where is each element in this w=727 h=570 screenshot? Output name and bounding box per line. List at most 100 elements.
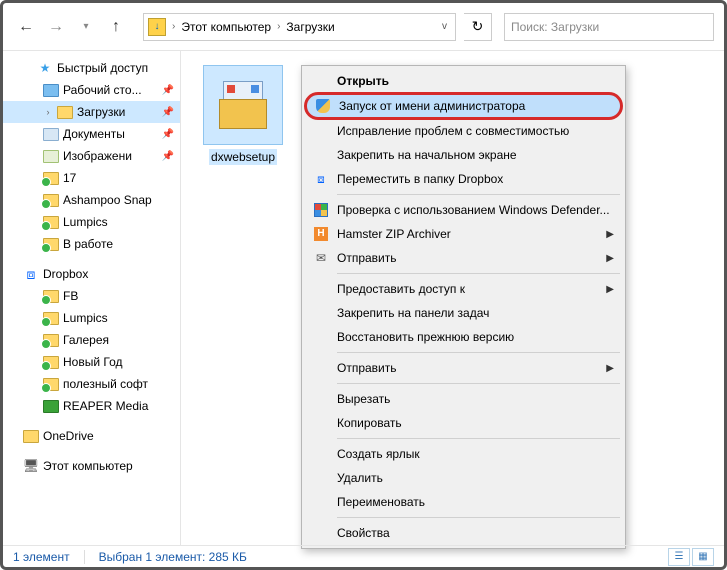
menu-defender[interactable]: Проверка с использованием Windows Defend… — [305, 198, 622, 222]
folder-icon — [43, 216, 59, 229]
onedrive-icon — [23, 430, 39, 443]
menu-label: Отправить — [337, 361, 397, 375]
menu-label: Создать ярлык — [337, 447, 420, 461]
forward-button[interactable]: → — [43, 14, 69, 40]
pin-icon: 📌 — [162, 129, 174, 140]
menu-move-dropbox[interactable]: ⧈ Переместить в папку Dropbox — [305, 167, 622, 191]
sidebar-item-reaper[interactable]: REAPER Media — [3, 395, 180, 417]
sidebar-item-label: Lumpics — [63, 215, 108, 229]
sidebar-item-useful[interactable]: полезный софт — [3, 373, 180, 395]
menu-properties[interactable]: Свойства — [305, 521, 622, 545]
defender-icon — [313, 202, 329, 218]
pc-icon: 🖥 — [23, 458, 39, 474]
sidebar-item-label: полезный софт — [63, 377, 148, 391]
installer-icon — [219, 81, 267, 129]
menu-pin-start[interactable]: Закрепить на начальном экране — [305, 143, 622, 167]
toolbar: ← → ▾ ↑ ↓ › Этот компьютер › Загрузки v … — [3, 3, 724, 51]
star-icon: ★ — [37, 60, 53, 76]
menu-send-to-2[interactable]: Отправить ▶ — [305, 356, 622, 380]
sidebar-item-lumpics2[interactable]: Lumpics — [3, 307, 180, 329]
menu-pin-taskbar[interactable]: Закрепить на панели задач — [305, 301, 622, 325]
sidebar-item-label: OneDrive — [43, 429, 94, 443]
menu-label: Запуск от имени администратора — [339, 99, 525, 113]
hamster-icon: H — [313, 226, 329, 242]
sidebar: ★ Быстрый доступ Рабочий сто... 📌 › Загр… — [3, 51, 181, 545]
breadcrumb-root[interactable]: Этот компьютер — [181, 20, 271, 34]
sidebar-item-label: Изображени — [63, 149, 132, 163]
menu-send-to[interactable]: ✉ Отправить ▶ — [305, 246, 622, 270]
folder-icon — [43, 194, 59, 207]
up-button[interactable]: ↑ — [103, 14, 129, 40]
sidebar-item-label: FB — [63, 289, 78, 303]
folder-icon — [43, 334, 59, 347]
sidebar-onedrive[interactable]: OneDrive — [3, 425, 180, 447]
address-dropdown[interactable]: v — [438, 21, 451, 32]
breadcrumb: Этот компьютер › Загрузки — [181, 20, 434, 34]
send-icon: ✉ — [313, 250, 329, 266]
menu-run-as-admin[interactable]: Запуск от имени администратора — [304, 92, 623, 120]
menu-copy[interactable]: Копировать — [305, 411, 622, 435]
documents-icon — [43, 128, 59, 141]
sidebar-item-label: Рабочий сто... — [63, 83, 142, 97]
view-toggles: ☰ ▦ — [668, 548, 714, 566]
sidebar-thispc[interactable]: 🖥 Этот компьютер — [3, 455, 180, 477]
folder-icon — [43, 172, 59, 185]
folder-icon — [43, 238, 59, 251]
chevron-right-icon: › — [43, 107, 53, 117]
file-item-dxwebsetup[interactable]: dxwebsetup — [195, 65, 291, 165]
sidebar-dropbox[interactable]: ⧈ Dropbox — [3, 263, 180, 285]
menu-grant-access[interactable]: Предоставить доступ к ▶ — [305, 277, 622, 301]
sidebar-item-desktop[interactable]: Рабочий сто... 📌 — [3, 79, 180, 101]
menu-open[interactable]: Открыть — [305, 69, 622, 93]
desktop-icon — [43, 84, 59, 97]
sidebar-item-newyear[interactable]: Новый Год — [3, 351, 180, 373]
sidebar-item-label: 17 — [63, 171, 76, 185]
menu-label: Hamster ZIP Archiver — [337, 227, 451, 241]
sidebar-item-label: Ashampoo Snap — [63, 193, 152, 207]
view-icons-button[interactable]: ▦ — [692, 548, 714, 566]
sidebar-item-label: Загрузки — [77, 105, 125, 119]
chevron-right-icon: ▶ — [606, 253, 614, 264]
sidebar-item-pictures[interactable]: Изображени 📌 — [3, 145, 180, 167]
search-input[interactable]: Поиск: Загрузки — [504, 13, 714, 41]
menu-label: Переместить в папку Dropbox — [337, 172, 503, 186]
menu-rename[interactable]: Переименовать — [305, 490, 622, 514]
breadcrumb-current[interactable]: Загрузки — [286, 20, 334, 34]
downloads-icon — [57, 106, 73, 119]
sidebar-item-gallery[interactable]: Галерея — [3, 329, 180, 351]
sidebar-item-label: Быстрый доступ — [57, 61, 148, 75]
sidebar-item-17[interactable]: 17 — [3, 167, 180, 189]
recent-dropdown[interactable]: ▾ — [73, 14, 99, 40]
address-bar[interactable]: ↓ › Этот компьютер › Загрузки v — [143, 13, 456, 41]
menu-label: Закрепить на панели задач — [337, 306, 489, 320]
menu-label: Отправить — [337, 251, 397, 265]
refresh-button[interactable]: ↻ — [464, 13, 492, 41]
sidebar-item-fb[interactable]: FB — [3, 285, 180, 307]
sidebar-item-documents[interactable]: Документы 📌 — [3, 123, 180, 145]
menu-delete[interactable]: Удалить — [305, 466, 622, 490]
divider — [84, 550, 85, 564]
menu-label: Предоставить доступ к — [337, 282, 465, 296]
pin-icon: 📌 — [162, 107, 174, 118]
sidebar-item-downloads[interactable]: › Загрузки 📌 — [3, 101, 180, 123]
menu-compat[interactable]: Исправление проблем с совместимостью — [305, 119, 622, 143]
menu-create-shortcut[interactable]: Создать ярлык — [305, 442, 622, 466]
menu-separator — [337, 194, 620, 195]
back-button[interactable]: ← — [13, 14, 39, 40]
chevron-right-icon: ▶ — [606, 284, 614, 295]
sidebar-item-label: REAPER Media — [63, 399, 148, 413]
sidebar-item-ashampoo[interactable]: Ashampoo Snap — [3, 189, 180, 211]
menu-hamster[interactable]: H Hamster ZIP Archiver ▶ — [305, 222, 622, 246]
view-details-button[interactable]: ☰ — [668, 548, 690, 566]
menu-label: Восстановить прежнюю версию — [337, 330, 514, 344]
folder-icon — [43, 312, 59, 325]
folder-icon — [43, 356, 59, 369]
menu-separator — [337, 273, 620, 274]
context-menu: Открыть Запуск от имени администратора И… — [301, 65, 626, 549]
menu-cut[interactable]: Вырезать — [305, 387, 622, 411]
sidebar-item-work[interactable]: В работе — [3, 233, 180, 255]
menu-restore[interactable]: Восстановить прежнюю версию — [305, 325, 622, 349]
sidebar-item-lumpics[interactable]: Lumpics — [3, 211, 180, 233]
zip-icon — [43, 400, 59, 413]
sidebar-quick-access[interactable]: ★ Быстрый доступ — [3, 57, 180, 79]
